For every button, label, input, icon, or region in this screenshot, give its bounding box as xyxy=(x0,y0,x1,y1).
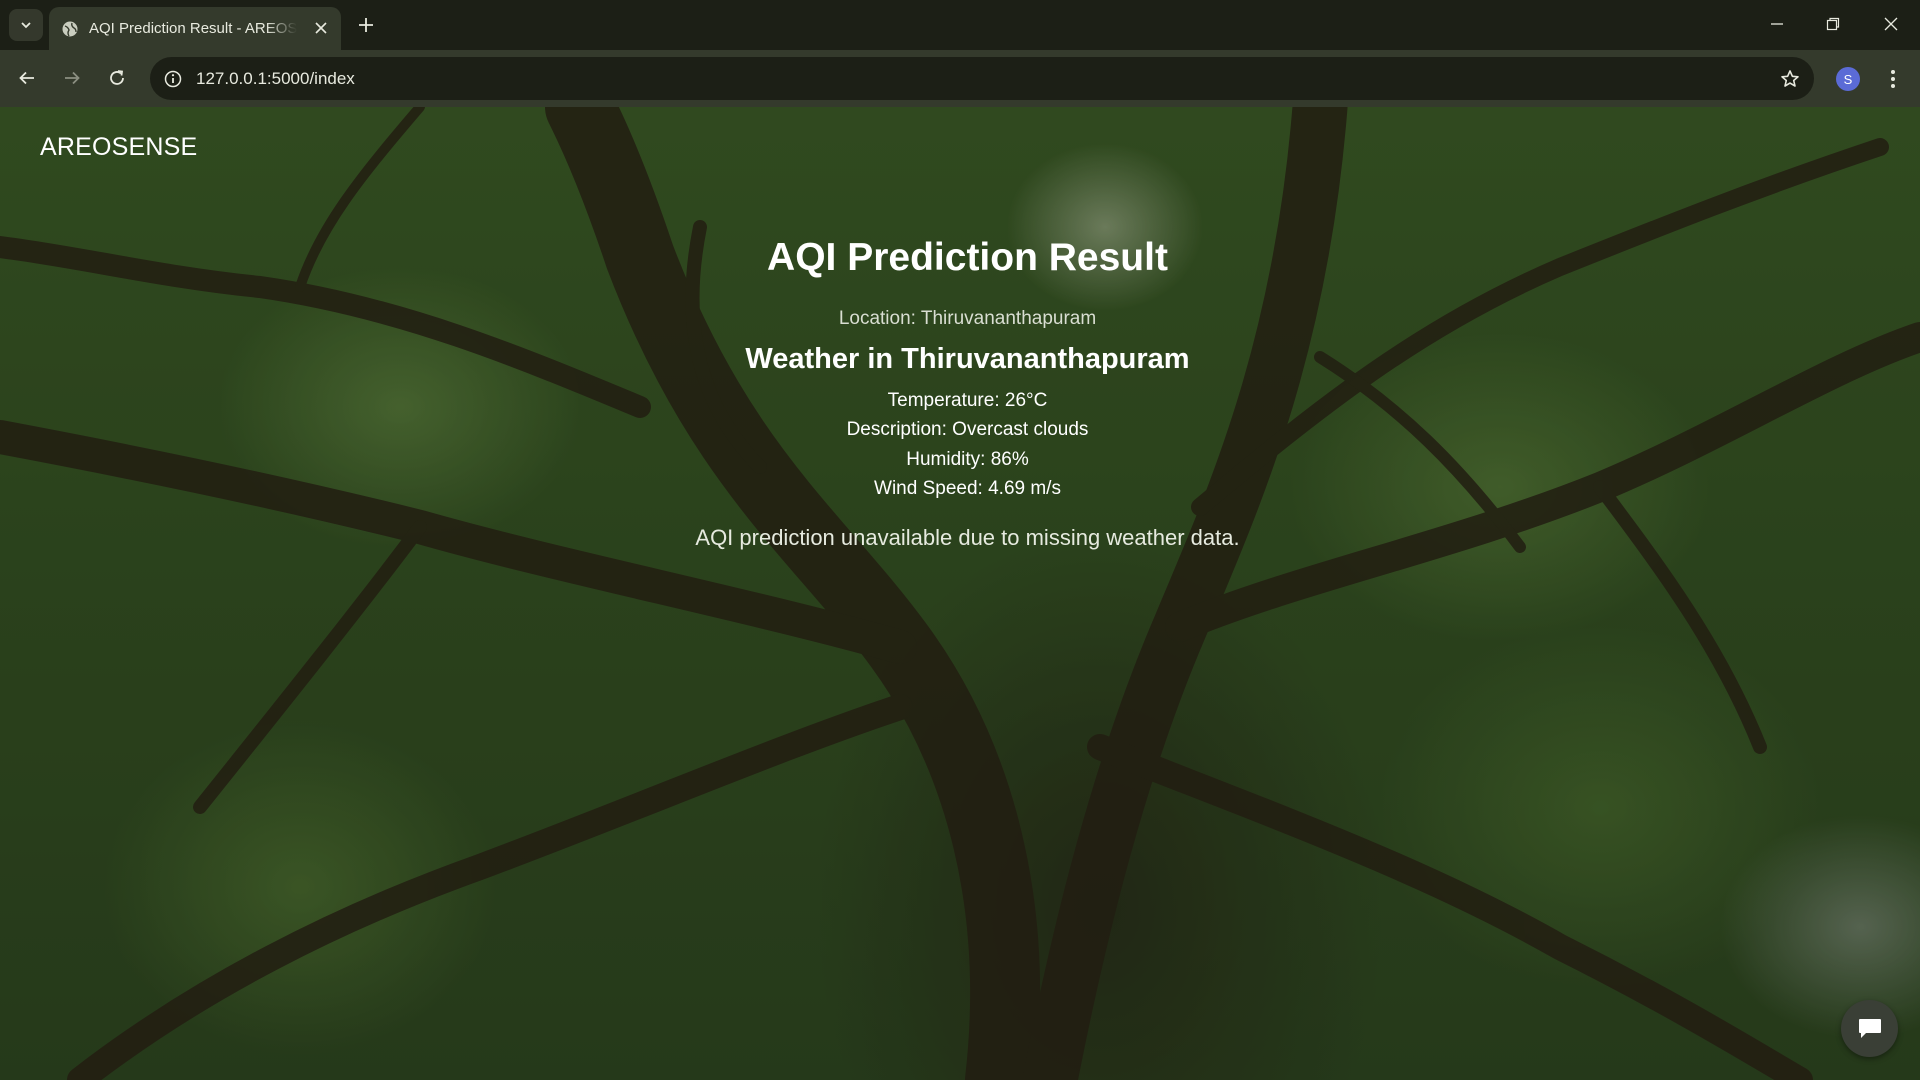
chevron-down-icon xyxy=(21,22,31,29)
arrow-right-icon xyxy=(65,71,80,85)
globe-icon xyxy=(61,20,79,38)
page-viewport: AREOSENSE AQI Prediction Result Location… xyxy=(0,107,1920,1080)
address-bar[interactable]: 127.0.0.1:5000/index xyxy=(150,57,1814,100)
arrow-left-icon xyxy=(19,71,34,85)
close-window-button[interactable] xyxy=(1868,6,1914,42)
close-icon[interactable] xyxy=(311,18,331,38)
new-tab-button[interactable] xyxy=(353,12,379,38)
tab-strip: AQI Prediction Result - AREOSENSE xyxy=(0,0,1920,50)
tab-search-button[interactable] xyxy=(9,9,43,41)
reload-icon xyxy=(110,70,124,85)
reload-button[interactable] xyxy=(101,62,133,94)
browser-toolbar: 127.0.0.1:5000/index S xyxy=(0,50,1920,107)
url-text: 127.0.0.1:5000/index xyxy=(196,69,355,88)
aqi-status-message: AQI prediction unavailable due to missin… xyxy=(695,525,1240,550)
weather-heading: Weather in Thiruvananthapuram xyxy=(745,343,1190,375)
back-button[interactable] xyxy=(11,62,43,94)
chat-button[interactable] xyxy=(1841,1000,1898,1057)
wind-speed-text: Wind Speed: 4.69 m/s xyxy=(874,478,1061,499)
close-icon xyxy=(1884,17,1898,31)
plus-icon xyxy=(359,18,373,32)
page-title: AQI Prediction Result xyxy=(767,236,1168,279)
site-brand[interactable]: AREOSENSE xyxy=(40,133,197,162)
info-icon[interactable] xyxy=(160,66,186,92)
location-text: Location: Thiruvananthapuram xyxy=(838,308,1097,329)
minimize-button[interactable] xyxy=(1754,6,1800,42)
profile-avatar[interactable]: S xyxy=(1836,67,1860,91)
kebab-menu-icon[interactable] xyxy=(1880,64,1906,94)
restore-icon xyxy=(1826,17,1840,31)
temperature-text: Temperature: 26°C xyxy=(887,390,1048,411)
humidity-text: Humidity: 86% xyxy=(906,449,1029,470)
chat-bubble-icon xyxy=(1858,1018,1881,1038)
minimize-icon xyxy=(1771,23,1783,25)
forward-button[interactable] xyxy=(56,62,88,94)
tab-title: AQI Prediction Result - AREOSENSE xyxy=(89,20,297,37)
restore-button[interactable] xyxy=(1810,6,1856,42)
active-tab[interactable]: AQI Prediction Result - AREOSENSE xyxy=(49,7,341,50)
star-icon[interactable] xyxy=(1778,67,1802,91)
description-text: Description: Overcast clouds xyxy=(846,419,1089,440)
